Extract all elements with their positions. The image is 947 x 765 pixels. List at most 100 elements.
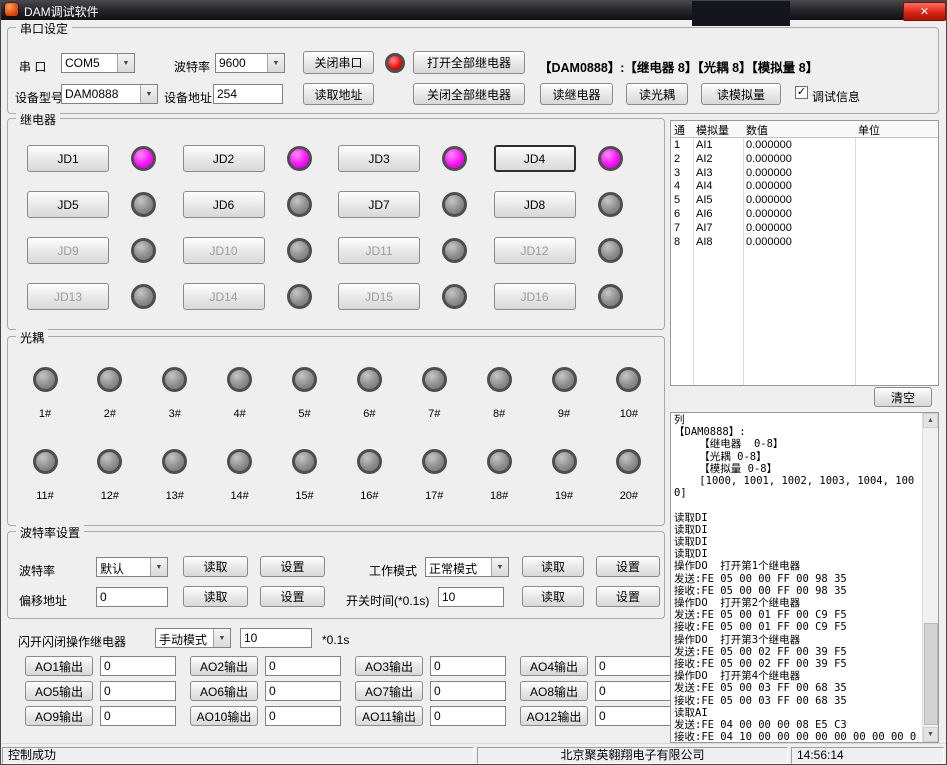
ao-output-button[interactable]: AO11输出 xyxy=(355,706,423,726)
flash-mode-select[interactable]: 手动模式 ▼ xyxy=(155,628,231,648)
ao-output-button[interactable]: AO3输出 xyxy=(355,656,423,676)
baud-select[interactable]: 9600 ▼ xyxy=(215,53,285,73)
opto-cell: 6# xyxy=(349,367,389,420)
relay-led xyxy=(598,146,623,171)
ao-output-button[interactable]: AO2输出 xyxy=(190,656,258,676)
status-message: 控制成功 xyxy=(2,747,474,764)
device-model-label: 设备型号 xyxy=(15,89,63,106)
ao-output-button[interactable]: AO6输出 xyxy=(190,681,258,701)
opto-label: 8# xyxy=(493,408,505,420)
work-mode-select[interactable]: 正常模式 ▼ xyxy=(425,557,509,577)
baudrate-label: 波特率 xyxy=(19,562,55,579)
relay-button[interactable]: JD10 xyxy=(183,237,265,264)
ao-output-button[interactable]: AO12输出 xyxy=(520,706,588,726)
relay-button[interactable]: JD4 xyxy=(494,145,576,172)
opto-led xyxy=(292,449,317,474)
device-address-input[interactable] xyxy=(213,84,283,104)
open-all-relays-button[interactable]: 打开全部继电器 xyxy=(413,51,525,74)
flash-time-input[interactable] xyxy=(240,628,312,648)
ao-output-input[interactable] xyxy=(595,656,671,676)
port-select[interactable]: COM5 ▼ xyxy=(61,53,135,73)
switch-time-input[interactable] xyxy=(438,587,504,607)
ao-output-button[interactable]: AO7输出 xyxy=(355,681,423,701)
ao-output-button[interactable]: AO8输出 xyxy=(520,681,588,701)
opto-cell: 11# xyxy=(25,449,65,502)
ao-output-button[interactable]: AO5输出 xyxy=(25,681,93,701)
relay-button[interactable]: JD6 xyxy=(183,191,265,218)
ao-cell: AO10输出 xyxy=(190,706,355,726)
ao-output-input[interactable] xyxy=(430,656,506,676)
relay-button[interactable]: JD16 xyxy=(494,283,576,310)
log-scrollbar[interactable]: ▲ ▼ xyxy=(922,413,938,742)
scroll-up-icon[interactable]: ▲ xyxy=(923,413,938,428)
analog-cell: 0.000000 xyxy=(743,221,855,235)
analog-row[interactable]: 4AI40.000000 xyxy=(671,179,938,193)
analog-cell: 3 xyxy=(671,166,693,180)
relay-button[interactable]: JD8 xyxy=(494,191,576,218)
analog-row[interactable]: 1AI10.000000 xyxy=(671,138,938,152)
analog-row[interactable]: 2AI20.000000 xyxy=(671,152,938,166)
baudrate-select[interactable]: 默认 ▼ xyxy=(96,557,168,577)
read-opto-button[interactable]: 读光耦 xyxy=(626,83,688,105)
relay-cell: JD4 xyxy=(494,145,650,172)
read-relay-button[interactable]: 读继电器 xyxy=(540,83,613,105)
offset-read-button[interactable]: 读取 xyxy=(183,586,248,607)
read-analog-button[interactable]: 读模拟量 xyxy=(701,83,781,105)
ao-output-input[interactable] xyxy=(430,706,506,726)
relay-button[interactable]: JD11 xyxy=(338,237,420,264)
analog-row[interactable]: 3AI30.000000 xyxy=(671,166,938,180)
relay-led xyxy=(598,284,623,309)
title-bar[interactable]: DAM调试软件 xyxy=(0,0,947,20)
close-serial-button[interactable]: 关闭串口 xyxy=(303,51,374,74)
relay-button[interactable]: JD1 xyxy=(27,145,109,172)
relay-button[interactable]: JD9 xyxy=(27,237,109,264)
analog-table[interactable]: 通模拟量数值单位 1AI10.0000002AI20.0000003AI30.0… xyxy=(670,120,939,386)
analog-row[interactable]: 6AI60.000000 xyxy=(671,207,938,221)
ao-output-input[interactable] xyxy=(430,681,506,701)
device-model-select[interactable]: DAM0888 ▼ xyxy=(61,84,158,104)
ao-output-button[interactable]: AO1输出 xyxy=(25,656,93,676)
relay-button[interactable]: JD12 xyxy=(494,237,576,264)
switch-time-set-button[interactable]: 设置 xyxy=(596,586,660,607)
relay-button[interactable]: JD15 xyxy=(338,283,420,310)
debug-info-checkbox[interactable]: ✓ xyxy=(795,86,808,99)
work-mode-set-button[interactable]: 设置 xyxy=(596,556,660,577)
ao-output-input[interactable] xyxy=(100,706,176,726)
relay-button[interactable]: JD3 xyxy=(338,145,420,172)
ao-output-input[interactable] xyxy=(595,681,671,701)
ao-output-input[interactable] xyxy=(100,681,176,701)
ao-output-input[interactable] xyxy=(100,656,176,676)
opto-cell: 2# xyxy=(90,367,130,420)
analog-row[interactable]: 7AI70.000000 xyxy=(671,221,938,235)
relay-cell: JD3 xyxy=(338,145,494,172)
close-all-relays-button[interactable]: 关闭全部继电器 xyxy=(413,83,525,105)
relay-button[interactable]: JD13 xyxy=(27,283,109,310)
work-mode-read-button[interactable]: 读取 xyxy=(522,556,584,577)
ao-output-input[interactable] xyxy=(265,656,341,676)
log-panel[interactable]: 列 【DAM0888】: 【继电器 0-8】 【光耦 0-8】 【模拟量 0-8… xyxy=(670,412,939,743)
ao-output-input[interactable] xyxy=(595,706,671,726)
status-company: 北京聚英翱翔电子有限公司 xyxy=(477,747,788,764)
relay-button[interactable]: JD5 xyxy=(27,191,109,218)
clear-button[interactable]: 清空 xyxy=(874,387,932,407)
scroll-down-icon[interactable]: ▼ xyxy=(923,727,938,742)
close-button[interactable]: ✕ xyxy=(903,2,946,21)
ao-grid: AO1输出 AO2输出 AO3输出 AO4输出 AO5输出 AO6输出 AO7输出 AO8输出… xyxy=(25,656,673,726)
ao-output-button[interactable]: AO4输出 xyxy=(520,656,588,676)
analog-row[interactable]: 8AI80.000000 xyxy=(671,235,938,249)
offset-set-button[interactable]: 设置 xyxy=(260,586,325,607)
read-address-button[interactable]: 读取地址 xyxy=(303,83,374,105)
ao-output-button[interactable]: AO9输出 xyxy=(25,706,93,726)
analog-row[interactable]: 5AI50.000000 xyxy=(671,193,938,207)
relay-button[interactable]: JD14 xyxy=(183,283,265,310)
relay-button[interactable]: JD2 xyxy=(183,145,265,172)
offset-address-input[interactable] xyxy=(96,587,168,607)
ao-output-button[interactable]: AO10输出 xyxy=(190,706,258,726)
baudrate-set-button[interactable]: 设置 xyxy=(260,556,325,577)
ao-output-input[interactable] xyxy=(265,681,341,701)
baudrate-read-button[interactable]: 读取 xyxy=(183,556,248,577)
scrollbar-thumb[interactable] xyxy=(924,623,938,725)
relay-button[interactable]: JD7 xyxy=(338,191,420,218)
switch-time-read-button[interactable]: 读取 xyxy=(522,586,584,607)
ao-output-input[interactable] xyxy=(265,706,341,726)
